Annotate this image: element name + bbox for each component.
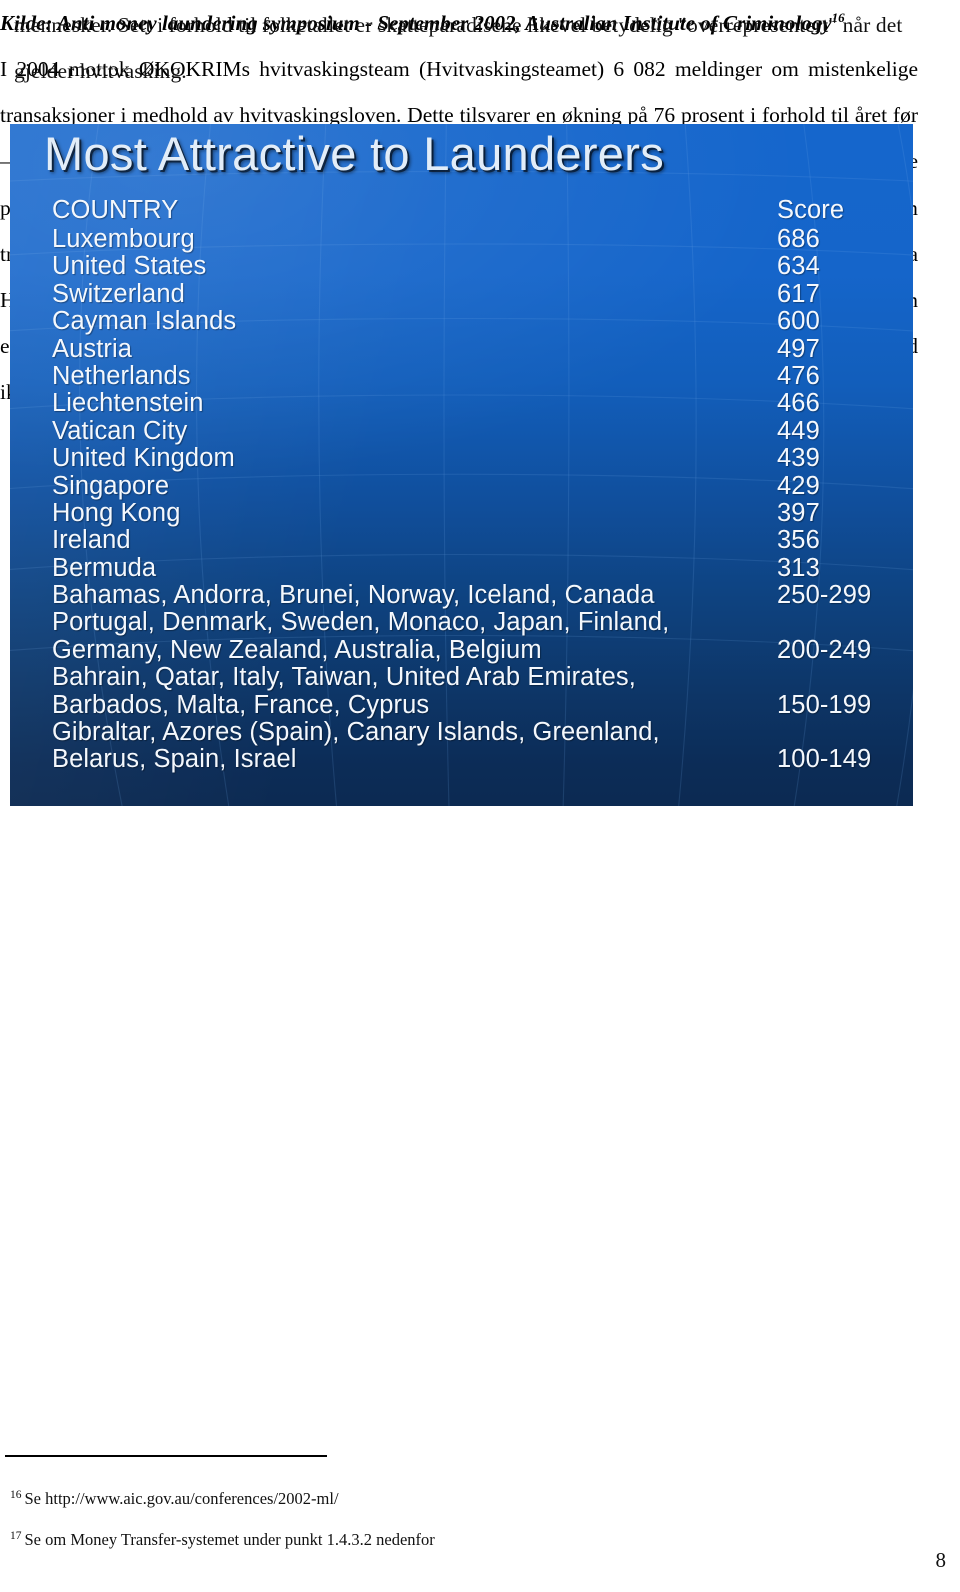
table-row: Bermuda 313 bbox=[10, 553, 913, 582]
table-row: United States 634 bbox=[10, 252, 913, 281]
row-country: United Kingdom bbox=[52, 444, 235, 473]
column-header-country: COUNTRY bbox=[52, 196, 179, 224]
table-header-row: COUNTRY Score bbox=[10, 196, 913, 225]
row-score: 634 bbox=[777, 252, 820, 281]
launderers-score-table: COUNTRY Score Luxembourg 686 United Stat… bbox=[10, 196, 913, 773]
row-country: Hong Kong bbox=[52, 498, 181, 527]
row-country: Gibraltar, Azores (Spain), Canary Island… bbox=[52, 718, 660, 747]
footnote-separator-rule bbox=[5, 1455, 327, 1457]
footnote-number: 16 bbox=[10, 1488, 22, 1501]
table-row: United Kingdom 439 bbox=[10, 444, 913, 473]
row-country: Cayman Islands bbox=[52, 307, 237, 336]
column-header-score: Score bbox=[777, 196, 845, 224]
table-row: Liechtenstein 466 bbox=[10, 389, 913, 418]
page-number: 8 bbox=[935, 1548, 947, 1572]
row-score: 439 bbox=[777, 444, 820, 473]
row-country: Bahamas, Andorra, Brunei, Norway, Icelan… bbox=[52, 581, 655, 610]
table-row: Portugal, Denmark, Sweden, Monaco, Japan… bbox=[10, 608, 913, 663]
row-country-continued: Germany, New Zealand, Australia, Belgium bbox=[52, 635, 542, 664]
table-row: Singapore 429 bbox=[10, 471, 913, 500]
table-row: Ireland 356 bbox=[10, 526, 913, 555]
row-score: 150-199 bbox=[777, 690, 872, 719]
row-score: 313 bbox=[777, 553, 820, 582]
row-country-continued: Barbados, Malta, France, Cyprus bbox=[52, 690, 430, 719]
row-score: 497 bbox=[777, 334, 820, 363]
row-score: 397 bbox=[777, 498, 820, 527]
row-country: Switzerland bbox=[52, 279, 185, 308]
footnote-17: 17 Se om Money Transfer-systemet under pu… bbox=[10, 1530, 435, 1550]
table-row: Netherlands 476 bbox=[10, 361, 913, 390]
row-score: 449 bbox=[777, 416, 820, 445]
table-row: Hong Kong 397 bbox=[10, 498, 913, 527]
row-country: Vatican City bbox=[52, 416, 188, 445]
table-row: Austria 497 bbox=[10, 334, 913, 363]
intro-paragraph: mennesker. Sett i forhold til folketalle… bbox=[14, 13, 903, 83]
row-score: 100-149 bbox=[777, 745, 872, 774]
row-score: 356 bbox=[777, 526, 820, 555]
row-country: Netherlands bbox=[52, 361, 191, 390]
table-row: Switzerland 617 bbox=[10, 279, 913, 308]
slide-title: Most Attractive to Launderers bbox=[44, 127, 664, 180]
table-row: Bahamas, Andorra, Brunei, Norway, Icelan… bbox=[10, 581, 913, 610]
table-row: Gibraltar, Azores (Spain), Canary Island… bbox=[10, 718, 913, 773]
footnote-number: 17 bbox=[10, 1529, 22, 1542]
row-score: 686 bbox=[777, 225, 820, 253]
row-score: 429 bbox=[777, 471, 820, 500]
row-score: 200-249 bbox=[777, 635, 872, 664]
table-row: Bahrain, Qatar, Italy, Taiwan, United Ar… bbox=[10, 663, 913, 718]
row-country: Liechtenstein bbox=[52, 389, 204, 418]
table-row: Cayman Islands 600 bbox=[10, 307, 913, 336]
footnote-16: 16 Se http://www.aic.gov.au/conferences/2… bbox=[10, 1489, 339, 1509]
row-country: Luxembourg bbox=[52, 225, 195, 253]
row-country: Bahrain, Qatar, Italy, Taiwan, United Ar… bbox=[52, 663, 636, 692]
row-country-continued: Belarus, Spain, Israel bbox=[52, 745, 297, 774]
footnote-text: Se om Money Transfer-systemet under punk… bbox=[24, 1530, 435, 1549]
row-score: 600 bbox=[777, 307, 820, 336]
row-score: 617 bbox=[777, 279, 820, 308]
launderers-slide-image: Most Attractive to Launderers COUNTRY Sc… bbox=[10, 124, 913, 806]
footnote-text: Se http://www.aic.gov.au/conferences/200… bbox=[24, 1489, 339, 1508]
row-country: Singapore bbox=[52, 471, 170, 500]
row-country: Portugal, Denmark, Sweden, Monaco, Japan… bbox=[52, 608, 670, 637]
table-row: Luxembourg 686 bbox=[10, 225, 913, 253]
row-score: 466 bbox=[777, 389, 820, 418]
row-country: United States bbox=[52, 252, 207, 281]
row-country: Bermuda bbox=[52, 553, 157, 582]
row-score: 476 bbox=[777, 361, 820, 390]
row-country: Austria bbox=[52, 334, 133, 363]
row-score: 250-299 bbox=[777, 581, 872, 610]
table-row: Vatican City 449 bbox=[10, 416, 913, 445]
row-country: Ireland bbox=[52, 526, 131, 555]
